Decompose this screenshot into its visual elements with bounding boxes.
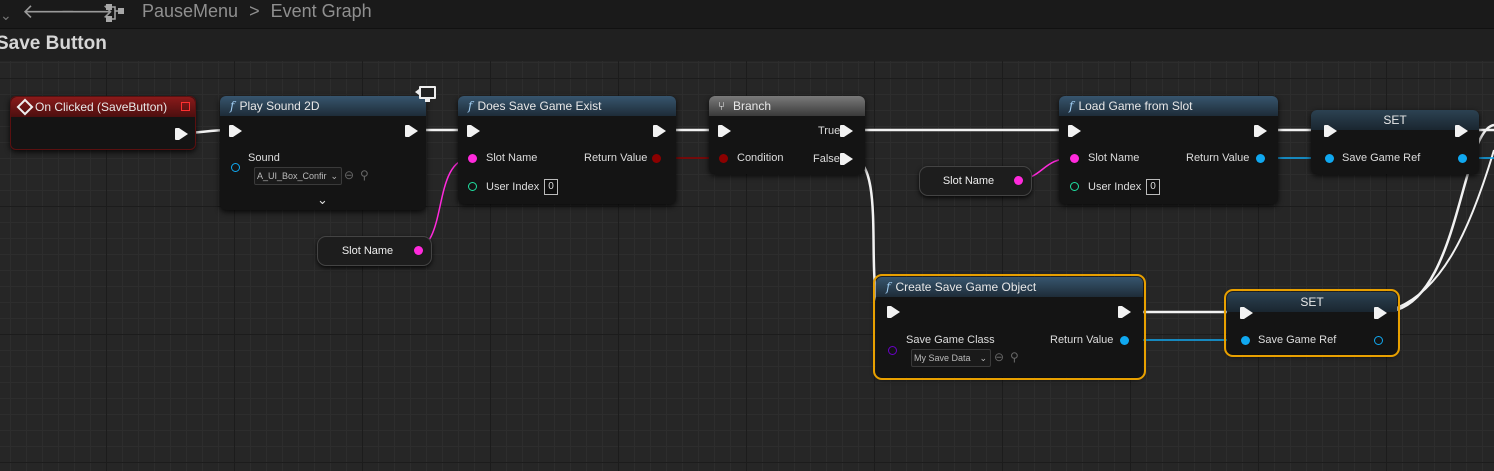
- exec-out-pin[interactable]: [405, 125, 418, 137]
- set-save-game-ref-node[interactable]: SET Save Game Ref: [1311, 110, 1479, 174]
- node-header: f Load Game from Slot: [1059, 96, 1278, 116]
- chevron-down-icon: ⌄: [979, 353, 987, 363]
- exec-in-pin[interactable]: [887, 306, 900, 318]
- wires-layer: [182, 123, 1494, 341]
- sound-dropdown[interactable]: A_UI_Box_Confir ⌄: [254, 167, 342, 185]
- return-value-label: Return Value: [1050, 334, 1114, 346]
- slot-name-pin[interactable]: [1070, 154, 1079, 163]
- exec-in-pin[interactable]: [1068, 125, 1081, 137]
- false-exec-pin[interactable]: [840, 153, 853, 165]
- slot-name-pin[interactable]: [468, 154, 477, 163]
- node-title: SET: [1383, 113, 1407, 127]
- branch-node[interactable]: Branch ⑂ True Condition False: [709, 96, 865, 174]
- user-index-input[interactable]: 0: [544, 179, 558, 195]
- sound-label: Sound: [248, 152, 280, 164]
- return-value-label: Return Value: [1186, 152, 1250, 164]
- node-header: f Does Save Game Exist: [458, 96, 676, 116]
- exec-out-pin[interactable]: [175, 128, 188, 140]
- slot-name-label: Slot Name: [1088, 152, 1140, 164]
- exec-in-pin[interactable]: [718, 125, 731, 137]
- node-title: Branch: [733, 99, 772, 113]
- sound-pin[interactable]: [231, 163, 240, 172]
- delegate-pin-icon[interactable]: [181, 102, 190, 111]
- use-selected-icon[interactable]: ⊖: [344, 168, 354, 182]
- variable-label: Slot Name: [942, 175, 995, 187]
- set-save-game-ref-node[interactable]: SET Save Game Ref: [1224, 289, 1400, 357]
- exec-in-pin[interactable]: [1240, 307, 1253, 319]
- exec-in-pin[interactable]: [229, 125, 242, 137]
- branch-icon: ⑂: [718, 99, 726, 113]
- does-save-game-exist-node[interactable]: f Does Save Game Exist Slot Name Return V…: [458, 96, 676, 204]
- on-clicked-event-node[interactable]: On Clicked (SaveButton): [10, 96, 196, 150]
- return-value-label: Return Value: [584, 152, 648, 164]
- node-title: Create Save Game Object: [895, 280, 1037, 294]
- exec-out-pin[interactable]: [1374, 307, 1387, 319]
- user-index-label: User Index: [1088, 181, 1142, 193]
- node-header: Branch: [709, 96, 865, 116]
- user-index-pin[interactable]: [468, 182, 477, 191]
- variable-label: Slot Name: [341, 245, 394, 257]
- slot-name-variable-node[interactable]: Slot Name: [317, 236, 432, 266]
- development-only-icon: [415, 86, 436, 102]
- expand-chevron-icon[interactable]: ⌄: [317, 192, 328, 208]
- false-label: False: [813, 153, 840, 165]
- function-icon: f: [468, 99, 473, 113]
- exec-in-pin[interactable]: [1324, 125, 1337, 137]
- use-selected-icon[interactable]: ⊖: [994, 350, 1004, 364]
- node-title: Does Save Game Exist: [477, 99, 602, 113]
- browse-icon[interactable]: ⚲: [360, 168, 369, 182]
- save-game-ref-in-pin[interactable]: [1241, 336, 1250, 345]
- exec-in-pin[interactable]: [467, 125, 480, 137]
- function-icon: f: [1069, 99, 1074, 113]
- string-out-pin[interactable]: [414, 246, 423, 255]
- condition-label: Condition: [737, 152, 784, 164]
- sound-value: A_UI_Box_Confir: [257, 171, 327, 181]
- user-index-input[interactable]: 0: [1146, 179, 1160, 195]
- node-header: f Create Save Game Object: [876, 277, 1143, 297]
- node-title: SET: [1300, 295, 1324, 309]
- exec-out-pin[interactable]: [1455, 125, 1468, 137]
- save-game-ref-out-pin[interactable]: [1374, 336, 1383, 345]
- exec-wire-10: [1382, 149, 1494, 313]
- exec-out-pin[interactable]: [1254, 125, 1267, 137]
- node-header: f Play Sound 2D: [220, 96, 426, 116]
- node-header: On Clicked (SaveButton): [11, 97, 195, 117]
- condition-pin[interactable]: [719, 154, 728, 163]
- save-game-ref-label: Save Game Ref: [1342, 152, 1421, 164]
- create-save-game-object-node[interactable]: f Create Save Game Object Save Game Class…: [873, 274, 1146, 380]
- save-game-ref-in-pin[interactable]: [1325, 154, 1334, 163]
- exec-out-pin[interactable]: [1118, 306, 1131, 318]
- string-out-pin[interactable]: [1014, 176, 1023, 185]
- slot-name-label: Slot Name: [486, 152, 538, 164]
- load-game-from-slot-node[interactable]: f Load Game from Slot Slot Name Return Va…: [1059, 96, 1278, 204]
- slot-name-variable-node[interactable]: Slot Name: [919, 166, 1032, 196]
- save-game-class-label: Save Game Class: [906, 334, 995, 346]
- node-title: On Clicked (SaveButton): [35, 100, 168, 114]
- node-title: Load Game from Slot: [1078, 99, 1193, 113]
- save-game-class-dropdown[interactable]: My Save Data ⌄: [911, 349, 991, 367]
- save-game-ref-label: Save Game Ref: [1258, 334, 1337, 346]
- return-value-pin[interactable]: [1120, 336, 1129, 345]
- true-label: True: [818, 125, 841, 137]
- exec-out-pin[interactable]: [653, 125, 666, 137]
- play-sound-2d-node[interactable]: f Play Sound 2D Sound A_UI_Box_Confir ⌄ ⊖ …: [220, 96, 426, 210]
- browse-icon[interactable]: ⚲: [1010, 350, 1019, 364]
- node-title: Play Sound 2D: [239, 99, 320, 113]
- function-icon: f: [886, 280, 891, 294]
- save-game-class-pin[interactable]: [888, 346, 897, 355]
- user-index-label: User Index: [486, 181, 540, 193]
- true-exec-pin[interactable]: [840, 125, 853, 137]
- user-index-pin[interactable]: [1070, 182, 1079, 191]
- function-icon: f: [230, 99, 235, 113]
- chevron-down-icon: ⌄: [330, 171, 338, 181]
- return-value-pin[interactable]: [652, 154, 661, 163]
- save-game-class-value: My Save Data: [914, 353, 971, 363]
- save-game-ref-out-pin[interactable]: [1458, 154, 1467, 163]
- return-value-pin[interactable]: [1256, 154, 1265, 163]
